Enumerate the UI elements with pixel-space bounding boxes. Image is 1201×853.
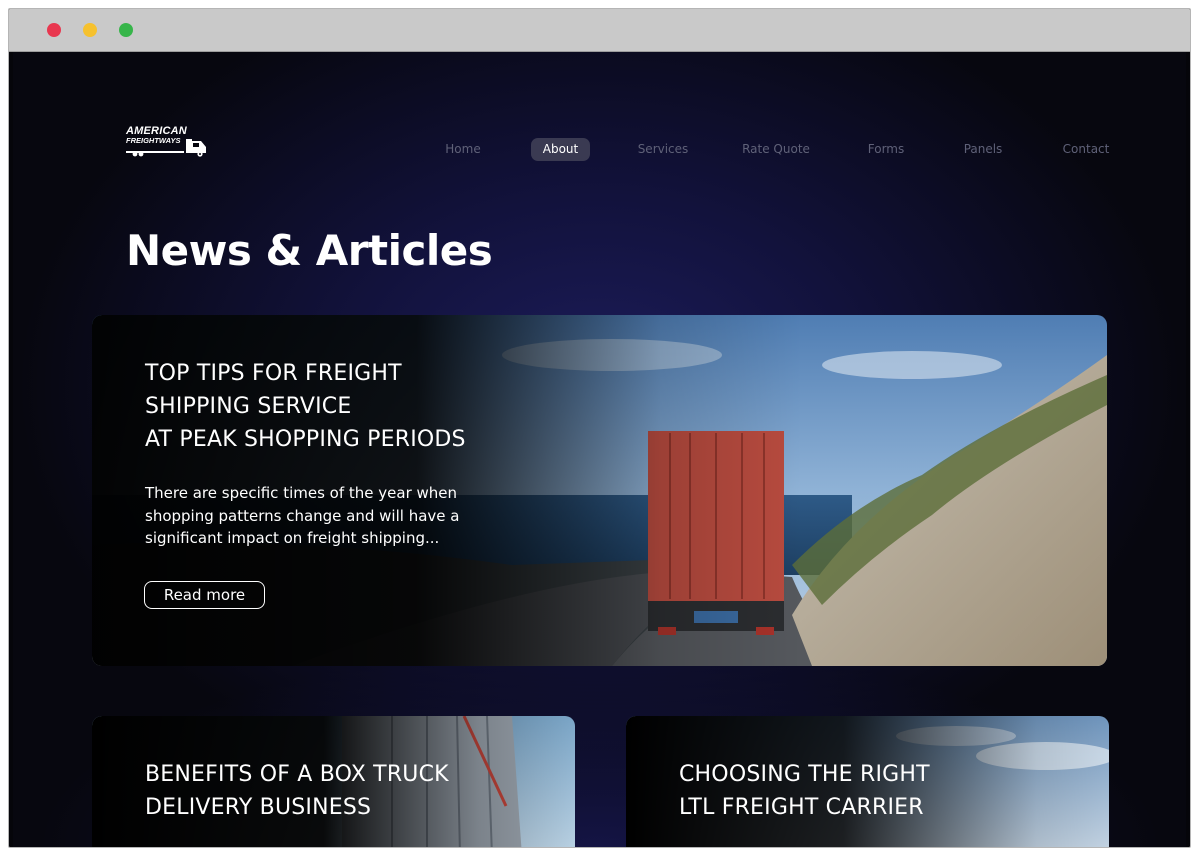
- article-title-line: CHOOSING THE RIGHT: [679, 762, 930, 787]
- browser-window: AMERICAN FREIGHTWAYS Home About Services…: [8, 8, 1191, 848]
- main-nav: Home About Services Rate Quote Forms Pan…: [13, 138, 1186, 162]
- featured-article-title: TOP TIPS FOR FREIGHT SHIPPING SERVICE AT…: [145, 357, 466, 456]
- excerpt-line: significant impact on freight shipping..…: [145, 529, 440, 547]
- featured-title-line: SHIPPING SERVICE: [145, 394, 352, 419]
- featured-title-line: AT PEAK SHOPPING PERIODS: [145, 427, 466, 452]
- nav-services[interactable]: Services: [631, 138, 695, 161]
- article-card[interactable]: BENEFITS OF A BOX TRUCK DELIVERY BUSINES…: [92, 716, 575, 847]
- featured-article-excerpt: There are specific times of the year whe…: [145, 482, 459, 550]
- window-zoom-icon[interactable]: [119, 23, 133, 37]
- article-title-line: LTL FREIGHT CARRIER: [679, 795, 924, 820]
- article-title-line: BENEFITS OF A BOX TRUCK: [145, 762, 449, 787]
- window-close-icon[interactable]: [47, 23, 61, 37]
- excerpt-line: There are specific times of the year whe…: [145, 484, 458, 502]
- page: AMERICAN FREIGHTWAYS Home About Services…: [13, 52, 1186, 847]
- window-titlebar: [9, 9, 1190, 52]
- excerpt-line: shopping patterns change and will have a: [145, 506, 460, 525]
- article-title: CHOOSING THE RIGHT LTL FREIGHT CARRIER: [679, 758, 930, 824]
- nav-home[interactable]: Home: [436, 138, 490, 161]
- featured-title-line: TOP TIPS FOR FREIGHT: [145, 361, 402, 386]
- read-more-button[interactable]: Read more: [144, 581, 265, 609]
- nav-forms[interactable]: Forms: [861, 138, 911, 161]
- featured-article-card[interactable]: TOP TIPS FOR FREIGHT SHIPPING SERVICE AT…: [92, 315, 1107, 666]
- page-title: News & Articles: [126, 226, 493, 275]
- nav-panels[interactable]: Panels: [957, 138, 1009, 161]
- nav-about[interactable]: About: [531, 138, 590, 161]
- article-title-line: DELIVERY BUSINESS: [145, 795, 372, 820]
- nav-contact[interactable]: Contact: [1056, 138, 1116, 161]
- window-minimize-icon[interactable]: [83, 23, 97, 37]
- article-title: BENEFITS OF A BOX TRUCK DELIVERY BUSINES…: [145, 758, 449, 824]
- nav-rate-quote[interactable]: Rate Quote: [737, 138, 815, 161]
- article-card[interactable]: CHOOSING THE RIGHT LTL FREIGHT CARRIER: [626, 716, 1109, 847]
